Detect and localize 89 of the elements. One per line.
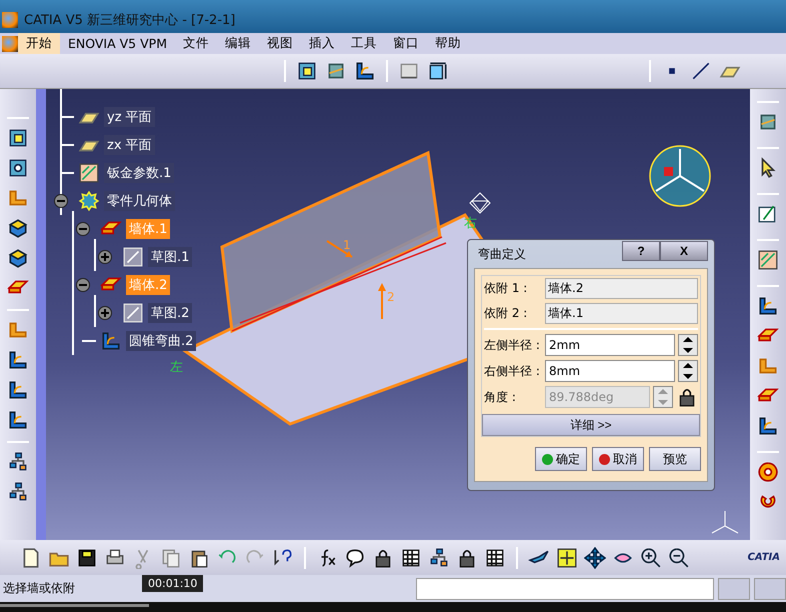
menu-item[interactable]: 开始 <box>18 33 60 54</box>
side-label: 右 <box>464 216 477 231</box>
hierarchy-icon[interactable] <box>7 451 29 473</box>
collapse-toggle[interactable] <box>54 194 68 208</box>
value-field[interactable]: 8mm <box>545 360 675 382</box>
field-label: 角度 : <box>484 388 517 406</box>
hierarchy-icon[interactable] <box>7 481 29 503</box>
status-prompt: 选择墙或依附 <box>2 580 75 597</box>
field-label: 左侧半径 : <box>484 336 541 354</box>
bend-icon[interactable] <box>7 409 29 431</box>
menu-item[interactable]: 视图 <box>258 33 301 54</box>
dialog-button[interactable]: 确定 <box>535 447 587 471</box>
close-button[interactable]: X <box>660 241 708 261</box>
side-label: 左 <box>170 360 183 375</box>
command-field[interactable] <box>416 578 714 600</box>
dialog-button[interactable]: 预览 <box>649 447 701 471</box>
spin-button[interactable] <box>678 334 698 356</box>
value-field[interactable]: 2mm <box>545 334 675 356</box>
pan-icon[interactable] <box>584 546 606 568</box>
tree-item[interactable]: 圆锥弯曲.2 <box>126 331 196 351</box>
time-tooltip: 00:01:10 <box>142 575 204 592</box>
direction-arrow <box>326 240 353 258</box>
line-icon[interactable] <box>690 60 712 82</box>
block-icon[interactable] <box>7 217 29 239</box>
axis-drawing <box>712 510 738 534</box>
tree-item[interactable]: 草图.2 <box>148 303 192 323</box>
tree-item[interactable]: yz 平面 <box>104 107 155 127</box>
manipulator-icon[interactable] <box>469 192 491 214</box>
video-progress-bar[interactable] <box>0 602 786 612</box>
spin-button[interactable] <box>678 360 698 382</box>
dialog-title: 弯曲定义 <box>477 246 527 262</box>
direction-arrow <box>378 283 386 319</box>
menu-item[interactable]: 帮助 <box>426 33 469 54</box>
circle-frame-icon[interactable] <box>7 157 29 179</box>
compass-drawing[interactable] <box>649 145 711 207</box>
menu-item[interactable]: 窗口 <box>384 33 427 54</box>
sketch-icon[interactable] <box>122 246 144 268</box>
save-icon[interactable] <box>76 546 98 568</box>
selection-field[interactable]: 墙体.1 <box>545 303 698 324</box>
scroll-bar[interactable] <box>36 89 46 540</box>
parameters-icon[interactable] <box>78 162 100 184</box>
measure-icon[interactable] <box>427 60 449 82</box>
gear-icon[interactable] <box>78 190 100 212</box>
zoom-in-icon[interactable] <box>640 546 662 568</box>
square-frame-icon[interactable] <box>7 127 29 149</box>
selection-field[interactable]: 墙体.2 <box>545 278 698 299</box>
menu-item[interactable]: 插入 <box>300 33 343 54</box>
bend-icon[interactable] <box>7 379 29 401</box>
tree-item[interactable]: 钣金参数.1 <box>104 163 174 183</box>
fit-all-icon[interactable] <box>556 546 578 568</box>
catia-logo: CATIA <box>748 552 780 563</box>
menu-item[interactable]: 工具 <box>342 33 385 54</box>
block-icon[interactable] <box>7 247 29 269</box>
arrow-label: 2 <box>387 290 395 304</box>
collapse-toggle[interactable] <box>76 278 90 292</box>
field-label: 右侧半径 : <box>484 362 541 380</box>
menu-item[interactable]: 文件 <box>174 33 217 54</box>
window-title: CATIA V5 新三维研究中心 - [7-2-1] <box>24 12 236 28</box>
zoom-out-icon[interactable] <box>668 546 690 568</box>
tree-item[interactable]: zx 平面 <box>104 135 155 155</box>
app-logo-icon <box>2 36 18 52</box>
table-icon[interactable] <box>484 546 506 568</box>
tree-item[interactable]: 零件几何体 <box>104 191 175 211</box>
copy-icon[interactable] <box>160 546 182 568</box>
collapse-toggle[interactable] <box>76 222 90 236</box>
dialog-button[interactable]: 取消 <box>592 447 644 471</box>
parameters-icon[interactable] <box>757 249 779 271</box>
hole-icon[interactable] <box>757 461 779 483</box>
bend-icon[interactable] <box>757 295 779 317</box>
bend-icon[interactable] <box>100 330 122 352</box>
field-label: 依附 1 : <box>484 280 528 297</box>
tree-item[interactable]: 草图.1 <box>148 247 192 267</box>
help-button[interactable]: ? <box>622 241 660 261</box>
bend-icon[interactable] <box>757 415 779 437</box>
expand-toggle[interactable] <box>98 250 112 264</box>
menu-item[interactable]: 编辑 <box>216 33 259 54</box>
sketch-icon[interactable] <box>122 302 144 324</box>
hierarchy-icon[interactable] <box>428 546 450 568</box>
table-icon[interactable] <box>400 546 422 568</box>
field-label: 依附 2 : <box>484 305 528 322</box>
bend-icon[interactable] <box>7 349 29 371</box>
expand-toggle[interactable] <box>98 306 112 320</box>
speech-bubble-icon[interactable] <box>344 546 366 568</box>
menu-item[interactable]: ENOVIA V5 VPM <box>60 34 175 53</box>
app-logo-icon <box>2 12 18 28</box>
arrow-label: 1 <box>343 238 351 252</box>
details-button[interactable]: 详细 >> <box>482 414 700 436</box>
square-frame-icon[interactable] <box>296 60 318 82</box>
bend-icon[interactable] <box>354 60 376 82</box>
